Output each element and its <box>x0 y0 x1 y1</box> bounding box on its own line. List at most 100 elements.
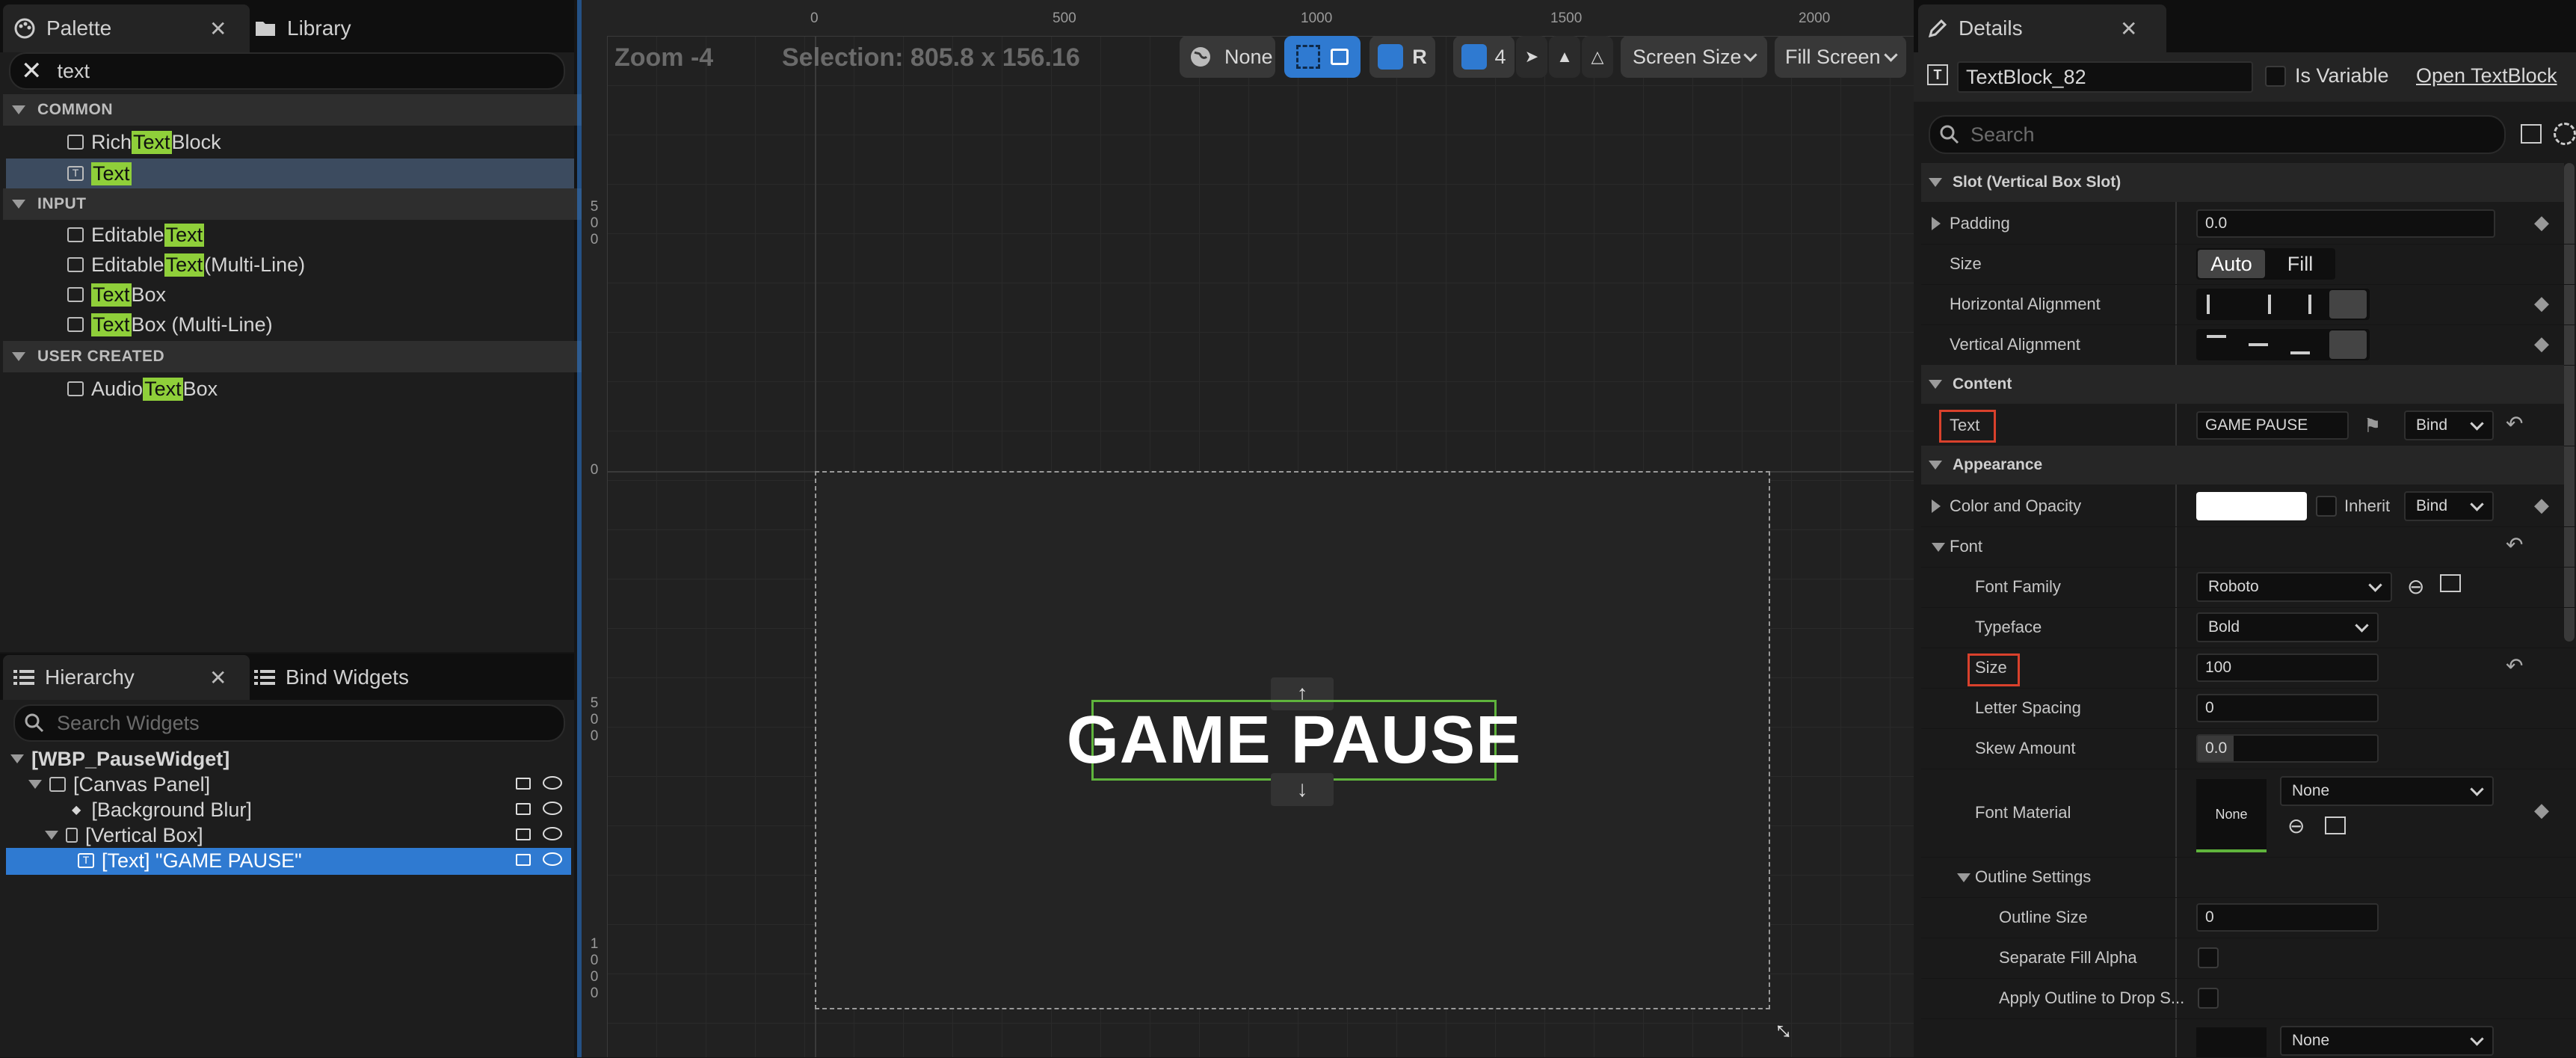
add-keyframe-icon[interactable]: ◆ <box>2534 211 2549 234</box>
localization-flag-icon[interactable]: ⚑ <box>2364 414 2381 437</box>
align-top-icon[interactable] <box>2207 335 2226 338</box>
widget-name-field[interactable]: TextBlock_82 <box>1957 61 2253 93</box>
close-icon[interactable]: ✕ <box>2120 16 2137 41</box>
collapse-triangle-icon[interactable] <box>1957 873 1970 882</box>
size-fill-button[interactable]: Fill <box>2267 250 2334 278</box>
selected-text-widget[interactable]: GAME PAUSE <box>1067 700 1520 781</box>
lock-icon[interactable] <box>1331 49 1349 65</box>
list-item[interactable]: Text Box (Multi-Line) <box>67 310 273 339</box>
close-icon[interactable]: ✕ <box>209 665 227 690</box>
font-size-field[interactable]: 100 <box>2196 653 2379 682</box>
tab-library[interactable]: Library <box>251 4 478 52</box>
eye-icon[interactable] <box>543 852 562 866</box>
outline-lock-group[interactable] <box>1284 36 1361 78</box>
section-appearance[interactable]: Appearance <box>1921 446 2564 485</box>
details-search-input[interactable]: Search <box>1929 115 2506 154</box>
add-keyframe-icon[interactable]: ◆ <box>2534 799 2549 822</box>
outline-material-thumbnail[interactable] <box>2196 1027 2267 1057</box>
tab-palette[interactable]: Palette ✕ <box>3 4 250 52</box>
outline-material-dropdown[interactable]: None <box>2280 1026 2494 1056</box>
palette-search-input[interactable]: ✕ text <box>9 52 565 90</box>
respect-locks-group[interactable]: R <box>1369 36 1435 78</box>
reset-arrow-icon[interactable]: ↶ <box>2506 532 2523 557</box>
use-selected-asset-icon[interactable]: ⊖ <box>2287 814 2305 838</box>
expand-triangle-icon[interactable] <box>28 780 42 789</box>
list-item[interactable]: Editable Text <box>67 220 205 250</box>
hierarchy-search-input[interactable]: Search Widgets <box>13 704 565 742</box>
eye-icon[interactable] <box>543 776 562 790</box>
outline-size-field[interactable]: 0 <box>2196 903 2379 932</box>
expand-triangle-icon[interactable] <box>10 754 24 763</box>
layout-icon[interactable] <box>1378 44 1404 70</box>
grid-icon[interactable] <box>1461 44 1488 70</box>
font-material-thumbnail[interactable]: None <box>2196 779 2267 852</box>
align-right-icon[interactable] <box>2308 295 2311 314</box>
reset-arrow-icon[interactable]: ↶ <box>2506 653 2523 678</box>
font-material-dropdown[interactable]: None <box>2280 776 2494 806</box>
ruler-label: 500 <box>1053 10 1076 26</box>
list-item-selected[interactable]: T Text <box>67 159 132 188</box>
text-field[interactable]: GAME PAUSE <box>2196 411 2349 440</box>
add-keyframe-icon[interactable]: ◆ <box>2534 332 2549 355</box>
close-icon[interactable]: ✕ <box>209 16 227 41</box>
use-selected-asset-icon[interactable]: ⊖ <box>2407 574 2424 599</box>
tab-bind-widgets[interactable]: Bind Widgets <box>251 655 478 700</box>
lock-icon[interactable] <box>516 803 531 815</box>
list-item[interactable]: Audio Text Box <box>67 374 218 404</box>
list-item[interactable]: Text Box <box>67 280 166 310</box>
dashed-outline-icon[interactable] <box>1296 45 1320 69</box>
add-keyframe-icon[interactable]: ◆ <box>2534 292 2549 315</box>
open-textblock-link[interactable]: Open TextBlock <box>2416 64 2557 87</box>
align-center-icon[interactable] <box>2268 295 2271 314</box>
list-item[interactable]: Rich Text Block <box>67 127 221 157</box>
padding-field[interactable]: 0.0 <box>2196 209 2495 238</box>
lock-icon[interactable] <box>516 854 531 866</box>
lock-icon[interactable] <box>516 828 531 840</box>
inherit-checkbox[interactable] <box>2316 496 2337 517</box>
skew-field[interactable]: 0.0 <box>2196 734 2379 763</box>
color-bind-dropdown[interactable]: Bind <box>2404 491 2494 521</box>
expand-triangle-icon[interactable] <box>1932 217 1941 230</box>
locale-button[interactable]: None <box>1180 36 1275 78</box>
align-fill-icon[interactable] <box>2329 290 2367 319</box>
browse-asset-icon[interactable] <box>2440 574 2461 592</box>
fill-screen-dropdown[interactable]: Fill Screen <box>1775 36 1906 78</box>
list-item[interactable]: Editable Text (Multi-Line) <box>67 250 305 280</box>
letter-spacing-field[interactable]: 0 <box>2196 694 2379 722</box>
align-middle-icon[interactable] <box>2249 343 2268 346</box>
expand-triangle-icon[interactable] <box>1932 499 1941 513</box>
separate-fill-checkbox[interactable] <box>2198 947 2219 968</box>
screen-size-dropdown[interactable]: Screen Size <box>1621 36 1767 78</box>
reset-arrow-icon[interactable]: ↶ <box>2506 411 2523 436</box>
eye-icon[interactable] <box>543 802 562 815</box>
tab-details[interactable]: Details ✕ <box>1918 4 2166 52</box>
clear-search-icon[interactable]: ✕ <box>21 56 43 86</box>
vertical-box-icon <box>66 828 78 843</box>
apply-outline-checkbox[interactable] <box>2198 988 2219 1009</box>
move-down-handle[interactable]: ↓ <box>1271 773 1334 806</box>
align-bottom-icon[interactable] <box>2290 351 2310 354</box>
color-swatch[interactable] <box>2196 492 2307 520</box>
section-slot[interactable]: Slot (Vertical Box Slot) <box>1921 163 2564 202</box>
lock-icon[interactable] <box>516 778 531 790</box>
collapse-triangle-icon[interactable] <box>1932 543 1945 552</box>
font-family-dropdown[interactable]: Roboto <box>2196 572 2392 602</box>
expand-triangle-icon[interactable] <box>45 831 58 840</box>
preview-image-button[interactable]: ▲ <box>1549 36 1580 78</box>
size-auto-button[interactable]: Auto <box>2198 250 2265 278</box>
warning-button[interactable]: △ <box>1582 36 1613 78</box>
gear-icon[interactable] <box>2554 123 2576 145</box>
select-mode-button[interactable]: ➤ <box>1516 36 1547 78</box>
align-left-icon[interactable] <box>2207 295 2210 314</box>
align-fill-icon[interactable] <box>2329 330 2367 359</box>
eye-icon[interactable] <box>543 827 562 840</box>
grid-snap-group[interactable]: 4 <box>1453 36 1515 78</box>
section-content[interactable]: Content <box>1921 365 2564 404</box>
table-view-icon[interactable] <box>2521 124 2542 144</box>
tab-hierarchy[interactable]: Hierarchy ✕ <box>3 655 250 700</box>
text-bind-dropdown[interactable]: Bind <box>2404 410 2494 440</box>
browse-asset-icon[interactable] <box>2325 816 2346 834</box>
typeface-dropdown[interactable]: Bold <box>2196 612 2379 642</box>
is-variable-checkbox[interactable] <box>2265 66 2286 87</box>
add-keyframe-icon[interactable]: ◆ <box>2534 493 2549 517</box>
